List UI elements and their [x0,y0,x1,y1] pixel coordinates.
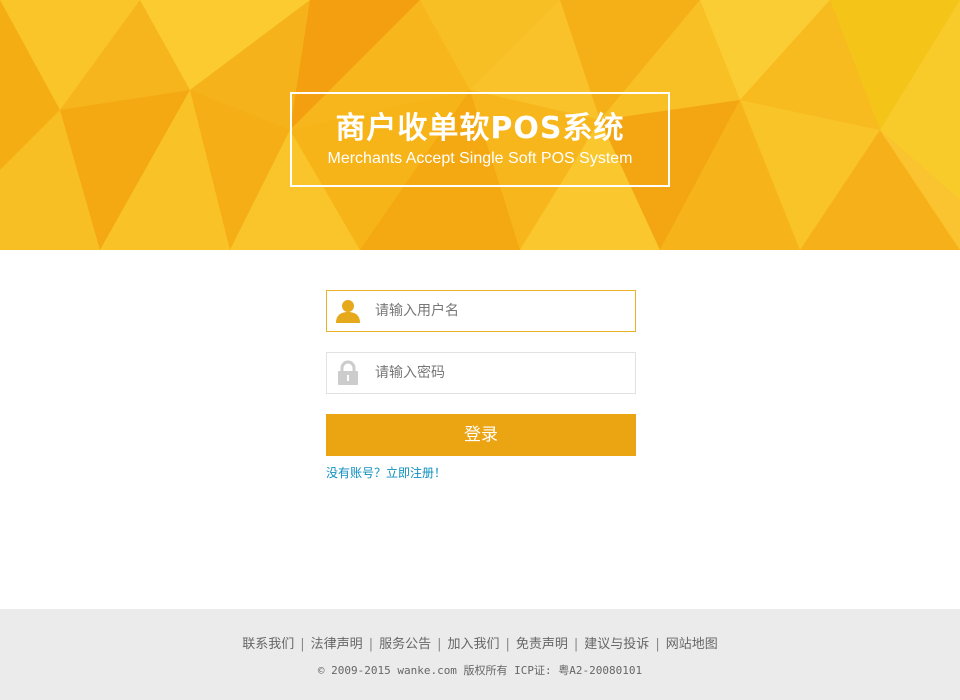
footer-link-join[interactable]: 加入我们 [447,637,499,652]
page-subtitle: Merchants Accept Single Soft POS System [327,150,633,167]
footer-links: 联系我们 | 法律声明 | 服务公告 | 加入我们 | 免责声明 | 建议与投诉 | 网站地图 [0,633,960,652]
username-field[interactable] [326,290,636,332]
footer-link-sitemap[interactable]: 网站地图 [666,637,718,652]
header-banner: 商户收单软POS系统 Merchants Accept Single Soft … [0,0,960,250]
register-link[interactable]: 没有账号？立即注册！ [326,464,636,481]
login-form: 登录 没有账号？立即注册！ [326,290,636,481]
footer-separator: | [368,637,374,652]
footer-link-legal[interactable]: 法律声明 [311,637,363,652]
footer-separator: | [655,637,660,652]
footer-link-contact[interactable]: 联系我们 [242,637,294,652]
page-title: 商户收单软POS系统 [335,111,625,146]
footer-separator: | [437,637,442,652]
lock-icon [338,360,358,385]
footer-separator: | [573,637,579,652]
footer-separator: | [505,637,510,652]
copyright: © 2009-2015 wanke.com 版权所有 ICP证: 粤A2-200… [317,664,643,677]
footer-link-disclaimer[interactable]: 免责声明 [516,637,568,652]
footer-separator: | [300,637,305,652]
password-input[interactable] [375,353,630,393]
password-field[interactable] [326,352,636,394]
footer: 联系我们 | 法律声明 | 服务公告 | 加入我们 | 免责声明 | 建议与投诉 | 网站地图 © 20… [0,609,960,700]
user-icon [336,300,360,323]
username-input[interactable] [375,291,630,331]
login-button[interactable]: 登录 [326,414,636,456]
footer-link-feedback[interactable]: 建议与投诉 [584,637,649,652]
footer-link-announcements[interactable]: 服务公告 [379,637,431,652]
login-page: 商户收单软POS系统 Merchants Accept Single Soft … [0,0,960,700]
title-box: 商户收单软POS系统 Merchants Accept Single Soft … [290,92,670,187]
